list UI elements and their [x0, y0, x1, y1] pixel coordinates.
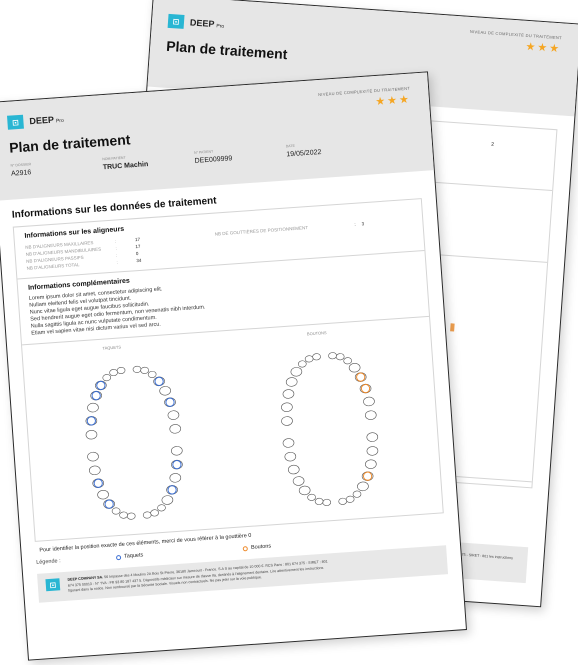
tooth [366, 432, 379, 442]
company-text: 375 - SIRET : 801 les instructions [459, 552, 514, 561]
tooth [116, 366, 126, 374]
tooth [307, 493, 316, 501]
tooth [147, 370, 157, 378]
legend-item-taquets: Taquets [115, 552, 143, 560]
legend-label: Légende : [36, 558, 61, 566]
tooth [335, 353, 345, 361]
tooth [298, 485, 311, 496]
tooth [157, 504, 166, 512]
meta-date: DATE 19/05/2022 [285, 143, 322, 159]
brand-suffix: Pro [55, 117, 65, 125]
tooth [366, 446, 379, 456]
tooth [328, 352, 337, 360]
tooth [343, 357, 352, 365]
tooth [312, 353, 321, 361]
circle-icon [115, 554, 122, 560]
tooth [284, 451, 297, 462]
tooth [287, 464, 300, 475]
tooth [348, 362, 361, 373]
tooth [285, 377, 298, 387]
tooth [126, 512, 136, 520]
legend-item-boutons: Boutons [242, 543, 271, 551]
meta-dossier: N° DOSSIER A2916 [10, 162, 32, 178]
complexity-rating: NIVEAU DE COMPLEXITÉ DU TRAITEMENT ★★★ [318, 86, 411, 112]
tooth [363, 396, 375, 407]
company-text: DEEP COMPANY SA. 56 Impasse des 4 Moulin… [67, 559, 328, 593]
tooth [170, 446, 183, 456]
header: ⊡ DEEP Pro NIVEAU DE COMPLEXITÉ DU TRAITE… [0, 72, 434, 201]
tooth [142, 511, 152, 519]
tooth [159, 386, 171, 396]
tooth [338, 497, 348, 505]
tooth [87, 451, 99, 462]
circle-icon [242, 545, 249, 551]
tooth [161, 495, 174, 505]
logo-icon: ⊡ [45, 578, 61, 592]
tooth [365, 459, 377, 469]
taquets-diagram-label: TAQUETS [102, 344, 122, 351]
tooth [111, 507, 121, 515]
tooth [322, 498, 332, 506]
tooth [169, 424, 182, 434]
tooth [140, 366, 149, 374]
boutons-jaw-diagram [281, 352, 379, 506]
tooth [109, 369, 118, 377]
tooth [87, 402, 99, 413]
button-marker [450, 323, 455, 332]
tooth [102, 374, 112, 382]
tooth [97, 489, 109, 500]
meta-patient-number: N° PATIENT DEE009999 [193, 149, 233, 165]
treatment-info-box: Informations sur les aligneurs NB D'ALIG… [12, 198, 444, 542]
tooth [150, 509, 159, 517]
tooth [364, 410, 377, 420]
brand-name: DEEP [189, 17, 215, 30]
tooth [345, 495, 355, 503]
tooth [314, 497, 324, 505]
tooth [281, 402, 293, 412]
complexity-rating: NIVEAU DE COMPLEXITÉ DU TRAITEMENT ★★★ [469, 29, 562, 55]
tooth [89, 465, 101, 476]
tooth [119, 511, 128, 519]
meta-patient-name: NOM PATIENT TRUC Machin [102, 155, 149, 172]
tooth [132, 365, 142, 373]
tooth [357, 481, 369, 492]
brand-name: DEEP [29, 114, 55, 127]
tooth [304, 355, 314, 363]
tooth [352, 490, 362, 498]
boutons-diagram-label: BOUTONS [306, 330, 327, 337]
tooth [282, 389, 295, 399]
dental-diagrams: TAQUETS BOUTONS [22, 317, 443, 541]
aligner-value: 2 [491, 141, 495, 148]
tooth [290, 367, 303, 377]
company-footer: ⊡ DEEP COMPANY SA. 56 Impasse des 4 Moul… [37, 545, 449, 603]
brand-suffix: Pro [216, 23, 225, 30]
document-page-front: ⊡ DEEP Pro NIVEAU DE COMPLEXITÉ DU TRAITE… [0, 71, 467, 661]
tooth [281, 416, 293, 426]
tooth [85, 429, 98, 440]
logo-icon: ⊡ [167, 13, 185, 29]
logo-icon: ⊡ [7, 114, 24, 130]
tooth [292, 476, 305, 486]
tooth [167, 410, 180, 420]
tooth [297, 360, 307, 368]
taquets-jaw-diagram [85, 365, 183, 520]
tooth [169, 473, 182, 483]
tooth [282, 438, 295, 448]
